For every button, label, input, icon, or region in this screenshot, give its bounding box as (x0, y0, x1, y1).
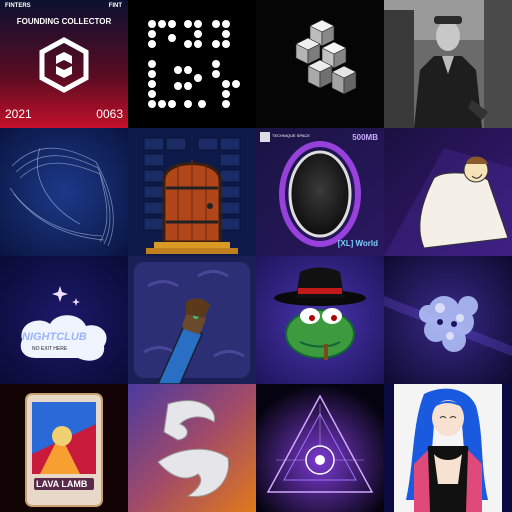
sketch-figure-art (384, 128, 512, 256)
cosmic-triangle-art (256, 384, 384, 512)
lava-lamb-title: LAVA LAMB (36, 479, 88, 489)
anime-girl-art (384, 384, 512, 512)
tile-mirror-portal[interactable]: TECHNIQUE SPACE 500MB [XL] World (256, 128, 384, 256)
brand-right: FINT (108, 3, 122, 9)
fist-arm-art (128, 256, 256, 384)
tile-cosmic-triangle[interactable] (256, 384, 384, 512)
street-photo-art (384, 0, 512, 128)
tile-anime-girl[interactable] (384, 384, 512, 512)
tile-founding-collector[interactable]: FINTERS FINT FOUNDING COLLECTOR 2021 006… (0, 0, 128, 128)
nightclub-subsign: NO EXIT HERE (32, 346, 68, 352)
nft-grid: FINTERS FINT FOUNDING COLLECTOR 2021 006… (0, 0, 512, 512)
tile-frog-fedora[interactable] (256, 256, 384, 384)
nightclub-moon-art (0, 256, 128, 384)
tile-lava-lamb[interactable]: LAVA LAMB (0, 384, 128, 512)
tile-dot-matrix[interactable] (128, 0, 256, 128)
wooden-door-art (128, 128, 256, 256)
portal-footer: [XL] World (337, 239, 378, 248)
mirror-portal-art (256, 128, 384, 256)
tile-fist-arm[interactable] (128, 256, 256, 384)
tile-wooden-door[interactable] (128, 128, 256, 256)
dot-matrix-art (128, 0, 256, 128)
frog-fedora-art (256, 256, 384, 384)
tile-translucent-ribbon[interactable] (0, 128, 128, 256)
tile-crystal-skull[interactable] (384, 256, 512, 384)
card-title: FOUNDING COLLECTOR (16, 17, 112, 26)
card-year: 2021 (5, 107, 32, 121)
portal-tag: TECHNIQUE SPACE (272, 133, 310, 138)
lava-lamb-art (0, 384, 128, 512)
white-cubes-art (256, 0, 384, 128)
crystal-skull-art (384, 256, 512, 384)
tile-street-photo[interactable] (384, 0, 512, 128)
portal-size: 500MB (352, 133, 378, 142)
nightclub-sign: NIGHTCLUB (22, 331, 87, 343)
ribbon-art (0, 128, 128, 256)
brand-left: FINTERS (5, 3, 31, 9)
portal-logo-icon (260, 132, 270, 142)
tile-nightclub-moon[interactable]: NIGHTCLUB NO EXIT HERE (0, 256, 128, 384)
card-number: 0063 (96, 107, 123, 121)
tile-white-claws[interactable] (128, 384, 256, 512)
white-claws-art (128, 384, 256, 512)
tile-sketch-figure[interactable] (384, 128, 512, 256)
tile-white-cubes[interactable] (256, 0, 384, 128)
